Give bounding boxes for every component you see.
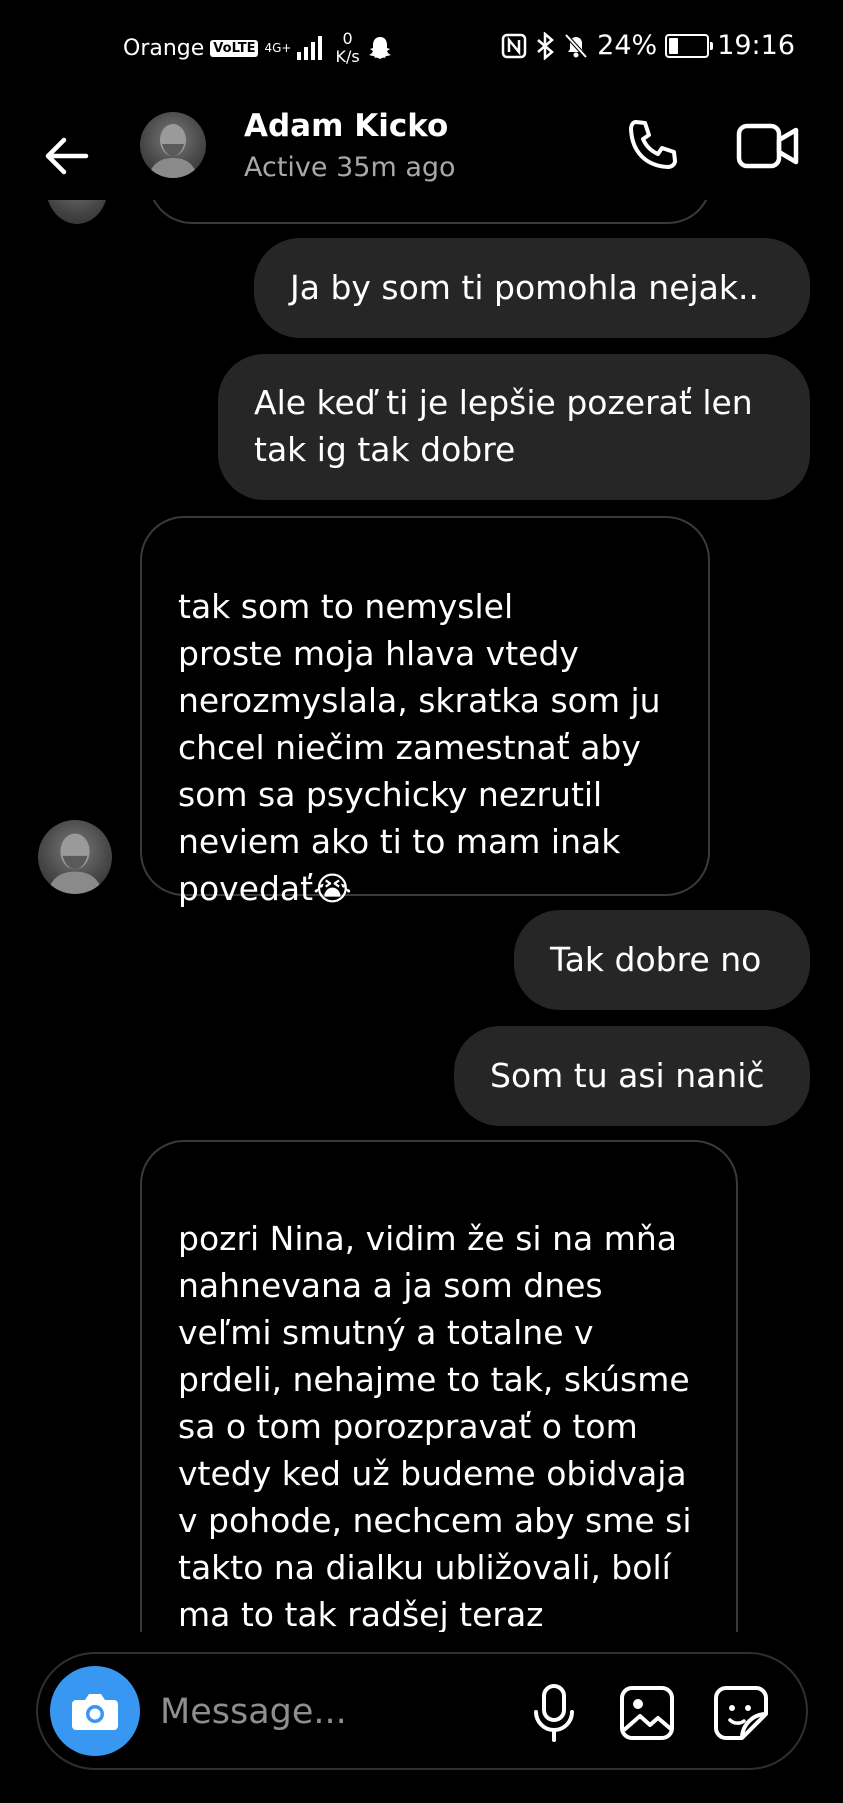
message-text: Ja by som ti pomohla nejak..: [290, 268, 759, 307]
message-bubble-sent[interactable]: Tak dobre no: [514, 910, 810, 1010]
message-input[interactable]: [158, 1684, 422, 1740]
sticker-icon[interactable]: [712, 1684, 770, 1742]
message-bubble-sent[interactable]: Ja by som ti pomohla nejak..: [254, 238, 810, 338]
battery-percent: 24%: [597, 30, 658, 61]
network-speed: 0 K/s: [335, 29, 360, 66]
battery-icon: [665, 33, 714, 58]
camera-icon: [72, 1694, 118, 1730]
message-text: pozri Nina, vidim že si na mňa nahnevana…: [178, 1219, 692, 1632]
clock: 19:16: [717, 30, 795, 61]
profile-photo-icon: [148, 124, 198, 178]
contact-avatar[interactable]: [140, 112, 206, 178]
message-bubble-sent[interactable]: Som tu asi nanič: [454, 1026, 810, 1126]
message-text: tak som to nemyslel proste moja hlava vt…: [178, 587, 661, 908]
message-bubble-received[interactable]: pozri Nina, vidim že si na mňa nahnevana…: [140, 1140, 738, 1632]
camera-button[interactable]: [50, 1666, 140, 1756]
video-call-icon[interactable]: [736, 118, 800, 174]
contact-avatar-small[interactable]: [38, 820, 112, 894]
status-bar: Orange VoLTE 4G+ 0 K/s 24% 19:16: [0, 0, 843, 100]
activity-status: Active 35m ago: [244, 152, 456, 183]
message-text: Som tu asi nanič: [490, 1056, 765, 1095]
phone-call-icon[interactable]: [622, 116, 682, 176]
snapchat-icon: [368, 37, 391, 59]
signal-icon: [297, 36, 323, 60]
message-thread[interactable]: Ja by som ti pomohla nejak.. Ale keď ti …: [0, 200, 843, 1632]
gallery-icon[interactable]: [618, 1684, 676, 1742]
previous-message-bubble: [148, 200, 712, 224]
back-arrow-icon[interactable]: [38, 128, 94, 184]
contact-avatar-small: [46, 200, 108, 224]
volte-badge: VoLTE: [210, 39, 259, 57]
nfc-icon: [501, 33, 527, 58]
message-bubble-received[interactable]: tak som to nemyslel proste moja hlava vt…: [140, 516, 710, 908]
carrier-label: Orange: [123, 35, 205, 61]
bluetooth-icon: [537, 31, 555, 60]
message-composer: [36, 1652, 808, 1770]
message-text: Ale keď ti je lepšie pozerať len tak ig …: [254, 383, 753, 469]
profile-photo-icon: [46, 833, 104, 894]
contact-name[interactable]: Adam Kicko: [244, 108, 448, 144]
network-type: 4G+: [264, 41, 292, 55]
muted-bell-icon: [564, 33, 588, 58]
microphone-icon[interactable]: [526, 1682, 582, 1742]
message-bubble-sent[interactable]: Ale keď ti je lepšie pozerať len tak ig …: [218, 354, 810, 500]
message-text: Tak dobre no: [550, 940, 762, 979]
